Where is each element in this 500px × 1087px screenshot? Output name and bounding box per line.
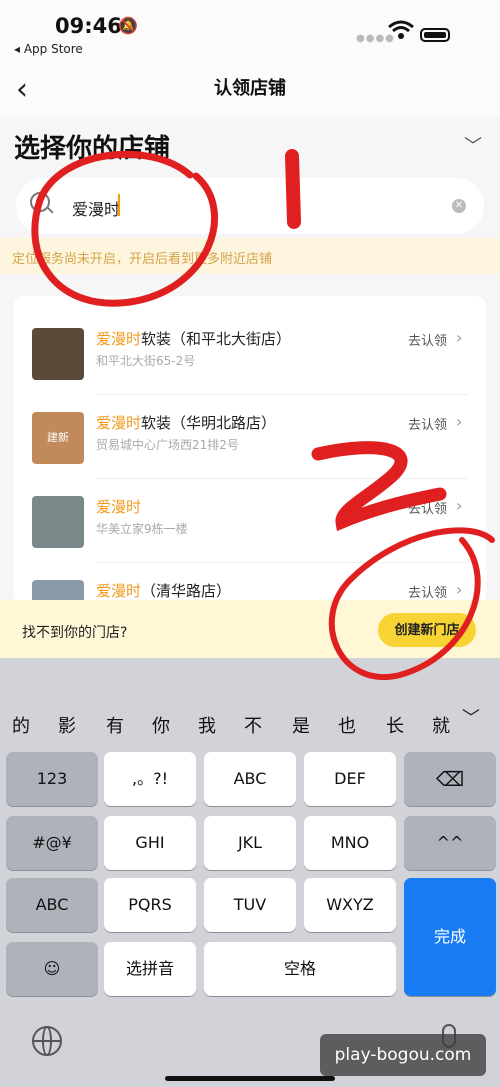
store-address: 贸易城中心广场西21排2号 (96, 438, 239, 452)
pinyin-select-key[interactable]: 选拼音 (104, 942, 196, 996)
candidate-char[interactable]: 不 (244, 712, 262, 738)
nav-title: 认领店铺 (214, 78, 286, 99)
key-123[interactable]: 123 (6, 752, 98, 806)
key-def[interactable]: DEF (304, 752, 396, 806)
key-abc-mode[interactable]: ABC (6, 878, 98, 932)
emoji-key[interactable]: ☺ (6, 942, 98, 996)
globe-icon[interactable] (32, 1026, 62, 1056)
chevron-right-icon: › (456, 580, 463, 599)
store-name-highlight: 爱漫时 (96, 498, 142, 516)
store-row[interactable] (14, 478, 486, 556)
store-row[interactable] (14, 394, 486, 472)
claim-link[interactable]: 去认领 (408, 330, 447, 349)
store-name-highlight: 爱漫时 (96, 330, 142, 348)
silent-bell-icon: 🔕 (118, 16, 138, 35)
key-abc[interactable]: ABC (204, 752, 296, 806)
status-time: 09:46 (55, 14, 122, 38)
candidate-char[interactable]: 影 (58, 712, 76, 738)
chevron-right-icon: › (456, 496, 463, 515)
key-jkl[interactable]: JKL (204, 816, 296, 870)
candidate-char[interactable]: 就 (432, 712, 450, 738)
candidate-char[interactable]: 有 (106, 712, 124, 738)
store-row[interactable] (14, 310, 486, 388)
candidate-char[interactable]: 你 (152, 712, 170, 738)
key-ghi[interactable]: GHI (104, 816, 196, 870)
store-thumbnail (32, 496, 84, 548)
store-name: 爱漫时（清华路店） (96, 580, 231, 601)
store-name: 爱漫时软装（和平北大街店） (96, 328, 291, 349)
location-notice-text: 定位服务尚未开启，开启后看到更多附近店铺 (12, 252, 273, 267)
claim-link[interactable]: 去认领 (408, 498, 447, 517)
page-title: 选择你的店铺 (14, 134, 171, 164)
store-name: 爱漫时软装（华明北路店） (96, 412, 276, 433)
candidates-expand-icon[interactable]: ﹀ (462, 704, 480, 730)
store-address: 华美立家9栋一楼 (96, 522, 188, 536)
candidate-char[interactable]: 的 (12, 712, 30, 738)
key-pqrs[interactable]: PQRS (104, 878, 196, 932)
create-store-button[interactable]: 创建新门店 (378, 613, 476, 647)
store-address: 和平北大街65-2号 (96, 354, 196, 368)
search-input[interactable]: 爱漫时 (72, 196, 120, 220)
store-thumbnail (32, 328, 84, 380)
store-name-rest: 软装（华明北路店） (141, 414, 277, 432)
store-name-highlight: 爱漫时 (96, 582, 142, 600)
store-name-rest: （清华路店） (141, 582, 232, 600)
backspace-key[interactable]: ⌫ (404, 752, 496, 806)
watermark: play-bogou.com (320, 1034, 486, 1076)
home-indicator (165, 1076, 335, 1081)
key-symbols[interactable]: #@¥ (6, 816, 98, 870)
chevron-right-icon: › (456, 412, 463, 431)
key-emoticon[interactable]: ^^ (404, 816, 496, 870)
battery-icon (420, 28, 450, 42)
key-tuv[interactable]: TUV (204, 878, 296, 932)
chevron-right-icon: › (456, 328, 463, 347)
candidate-char[interactable]: 是 (292, 712, 310, 738)
store-name-rest: 软装（和平北大街店） (141, 330, 292, 348)
wifi-icon (388, 20, 414, 39)
store-name: 爱漫时 (96, 496, 141, 517)
text-caret (118, 194, 120, 216)
not-found-prompt: 找不到你的门店? (22, 625, 128, 641)
done-key[interactable]: 完成 (404, 878, 496, 996)
key-wxyz[interactable]: WXYZ (304, 878, 396, 932)
store-thumbnail: 建新 (32, 412, 84, 464)
store-name-highlight: 爱漫时 (96, 414, 142, 432)
claim-link[interactable]: 去认领 (408, 582, 447, 601)
claim-link[interactable]: 去认领 (408, 414, 447, 433)
space-key[interactable]: 空格 (204, 942, 396, 996)
clear-icon[interactable]: ✕ (452, 199, 466, 213)
candidate-char[interactable]: 长 (386, 712, 404, 738)
key-mno[interactable]: MNO (304, 816, 396, 870)
chevron-down-icon[interactable]: ﹀ (464, 132, 482, 158)
back-to-app-store-link[interactable]: ◂ App Store (14, 42, 83, 56)
candidate-char[interactable]: 我 (198, 712, 216, 738)
search-icon (30, 192, 50, 212)
candidate-char[interactable]: 也 (338, 712, 356, 738)
key-punct[interactable]: ,。?! (104, 752, 196, 806)
